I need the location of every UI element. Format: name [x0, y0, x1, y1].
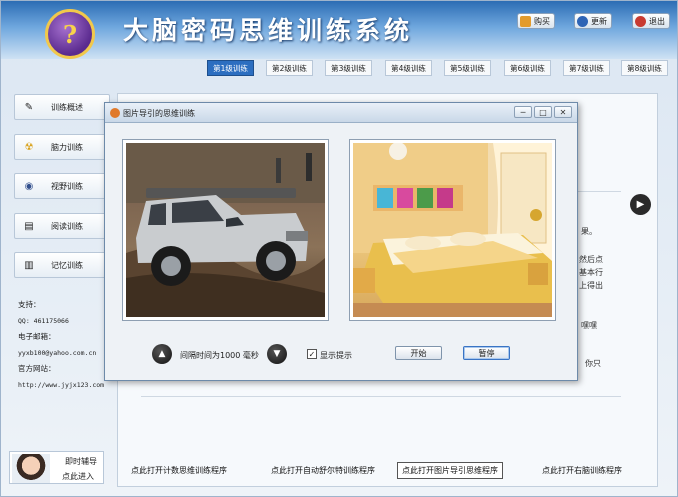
bg-text-fragment: 基本行 — [579, 268, 603, 277]
arrow-up-icon: ▲ — [158, 349, 166, 359]
app-logo: ? — [45, 9, 95, 59]
left-photo-frame — [122, 139, 329, 321]
tab-level-8[interactable]: 第8级训练 — [621, 60, 668, 76]
exit-button[interactable]: 退出 — [632, 13, 670, 29]
link-picture-guided-training[interactable]: 点此打开图片导引思维程序 — [397, 462, 503, 479]
help-icon — [577, 15, 588, 27]
notebook-icon: ▥ — [24, 259, 34, 271]
tab-level-2[interactable]: 第2级训练 — [266, 60, 313, 76]
bg-text-fragment: 你只 — [585, 359, 601, 368]
book-icon: ▤ — [24, 220, 34, 232]
interval-text: 间隔时间为1000 毫秒 — [180, 351, 259, 360]
increase-interval-button[interactable]: ▲ — [152, 344, 172, 364]
instant-help-button[interactable]: 即时辅导 点此进入 — [9, 451, 104, 484]
suv-offroad-photo — [126, 143, 325, 317]
support-label: 支持： — [18, 300, 41, 309]
cart-icon — [520, 15, 531, 27]
bg-text-fragment: 然后点 — [579, 255, 603, 264]
bg-text-fragment: 果。 — [581, 227, 597, 236]
pen-icon: ✎ — [24, 101, 34, 113]
link-schulte-training[interactable]: 点此打开自动舒尔特训练程序 — [271, 465, 375, 476]
sidebar-item-label: 记忆训练 — [51, 260, 83, 270]
sidebar-item-label: 视野训练 — [51, 181, 83, 191]
bg-text-fragment: 嘿嘿 — [581, 321, 597, 330]
sidebar-item-brain[interactable]: ☢ 脑力训练 — [14, 134, 110, 160]
exit-button-label: 退出 — [649, 16, 665, 26]
radiation-icon: ☢ — [24, 141, 34, 153]
tab-level-6[interactable]: 第6级训练 — [504, 60, 551, 76]
bedroom-illustration — [353, 143, 552, 317]
picture-training-dialog: 图片导引的思维训练 ─ □ ✕ ▲ 间隔时间为1000 毫秒 ▼ ✓ 显示提示 … — [104, 102, 578, 381]
update-button[interactable]: 更新 — [574, 13, 612, 29]
right-photo-frame — [349, 139, 556, 321]
maximize-button[interactable]: □ — [534, 106, 552, 118]
sidebar-item-reading[interactable]: ▤ 阅读训练 — [14, 213, 110, 239]
help-title: 即时辅导 — [65, 457, 97, 466]
avatar — [12, 454, 50, 483]
app-icon — [110, 108, 120, 118]
decrease-interval-button[interactable]: ▼ — [267, 344, 287, 364]
link-counting-training[interactable]: 点此打开计数思维训练程序 — [131, 465, 227, 476]
suv-illustration — [126, 143, 325, 317]
qq-number: QQ: 461175066 — [18, 317, 69, 325]
bg-text-fragment: 上得出 — [579, 281, 603, 290]
sidebar-item-label: 阅读训练 — [51, 221, 83, 231]
bedroom-photo — [353, 143, 552, 317]
minimize-button[interactable]: ─ — [514, 106, 532, 118]
header: ? 大脑密码思维训练系统 购买 更新 退出 — [1, 1, 677, 59]
dialog-titlebar[interactable]: 图片导引的思维训练 ─ □ ✕ — [105, 103, 577, 123]
eye-icon: ◉ — [24, 180, 34, 192]
show-hint-checkbox[interactable]: ✓ — [307, 349, 317, 359]
arrow-down-icon: ▼ — [273, 349, 281, 359]
play-icon: ▶ — [636, 199, 645, 210]
sidebar-item-memory[interactable]: ▥ 记忆训练 — [14, 252, 110, 278]
link-right-brain-training[interactable]: 点此打开右脑训练程序 — [542, 465, 622, 476]
next-button[interactable]: ▶ — [630, 194, 651, 215]
sidebar-item-label: 脑力训练 — [51, 142, 83, 152]
sidebar-item-label: 训练概述 — [51, 102, 83, 112]
divider — [141, 396, 621, 397]
tab-level-7[interactable]: 第7级训练 — [563, 60, 610, 76]
email-label: 电子邮箱： — [18, 332, 56, 341]
show-hint-label[interactable]: 显示提示 — [320, 350, 352, 361]
pause-button[interactable]: 暂停 — [463, 346, 510, 360]
close-button[interactable]: ✕ — [554, 106, 572, 118]
tab-level-4[interactable]: 第4级训练 — [385, 60, 432, 76]
tab-level-1[interactable]: 第1级训练 — [207, 60, 254, 76]
app-title: 大脑密码思维训练系统 — [123, 16, 414, 45]
start-button[interactable]: 开始 — [395, 346, 442, 360]
help-action: 点此进入 — [62, 472, 94, 481]
website-label: 官方网站： — [18, 364, 56, 373]
buy-button[interactable]: 购买 — [517, 13, 555, 29]
exit-icon — [635, 15, 646, 27]
tab-level-3[interactable]: 第3级训练 — [325, 60, 372, 76]
sidebar-item-vision[interactable]: ◉ 视野训练 — [14, 173, 110, 199]
tab-level-5[interactable]: 第5级训练 — [444, 60, 491, 76]
contact-info: 支持： QQ: 461175066 电子邮箱： yyxb100@yahoo.co… — [18, 297, 104, 393]
email-address: yyxb100@yahoo.com.cn — [18, 349, 97, 357]
buy-button-label: 购买 — [534, 16, 550, 26]
update-button-label: 更新 — [591, 16, 607, 26]
app-window: ? 大脑密码思维训练系统 购买 更新 退出 第1级训练 第2级训练 第3级训练 … — [0, 0, 678, 497]
dialog-title: 图片导引的思维训练 — [123, 109, 195, 118]
sidebar-item-overview[interactable]: ✎ 训练概述 — [14, 94, 110, 120]
website-url[interactable]: http://www.jyjx123.com — [18, 377, 104, 393]
